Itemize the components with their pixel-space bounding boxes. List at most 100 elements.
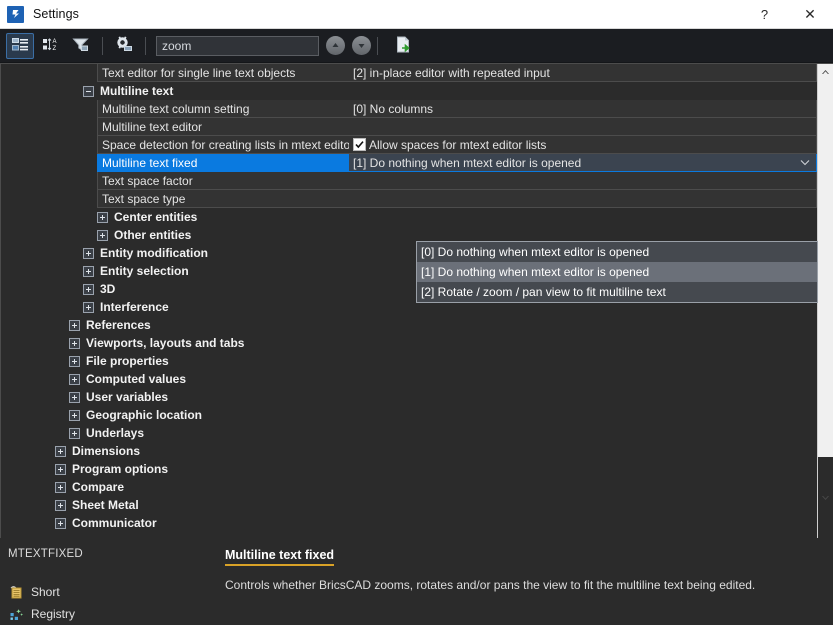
scroll-up-button[interactable] bbox=[818, 64, 833, 80]
setting-name-cell[interactable]: Space detection for creating lists in mt… bbox=[97, 136, 349, 154]
setting-name-cell[interactable]: Dimensions bbox=[1, 442, 349, 460]
setting-value-cell[interactable] bbox=[349, 172, 817, 190]
setting-name-cell[interactable]: Geographic location bbox=[1, 406, 349, 424]
gear-icon bbox=[115, 36, 132, 55]
setting-name-cell[interactable]: Underlays bbox=[1, 424, 349, 442]
vertical-scrollbar[interactable] bbox=[817, 64, 833, 538]
export-settings-button[interactable] bbox=[390, 34, 416, 58]
setting-name-cell[interactable]: Other entities bbox=[1, 226, 349, 244]
collapse-icon[interactable] bbox=[83, 85, 94, 97]
expand-icon[interactable] bbox=[83, 265, 94, 277]
expand-icon[interactable] bbox=[69, 337, 80, 349]
setting-name-cell[interactable]: Text editor for single line text objects bbox=[97, 64, 349, 82]
expand-icon[interactable] bbox=[69, 409, 80, 421]
settings-row[interactable]: Multiline text column setting [0] No colu… bbox=[1, 100, 817, 118]
setting-name-cell[interactable]: Multiline text column setting bbox=[97, 100, 349, 118]
setting-name-label: Other entities bbox=[114, 228, 192, 242]
settings-row-selected[interactable]: Multiline text fixed [1] Do nothing when … bbox=[1, 154, 817, 172]
expand-icon[interactable] bbox=[83, 301, 94, 313]
expand-icon[interactable] bbox=[97, 229, 108, 241]
expand-icon[interactable] bbox=[55, 481, 66, 493]
expand-icon[interactable] bbox=[55, 517, 66, 529]
expand-icon[interactable] bbox=[69, 355, 80, 367]
setting-value-cell[interactable]: [2] in-place editor with repeated input bbox=[349, 64, 817, 82]
expand-icon[interactable] bbox=[83, 247, 94, 259]
property-row-registry[interactable]: Registry bbox=[0, 603, 225, 625]
dropdown-option[interactable]: [1] Do nothing when mtext editor is open… bbox=[417, 262, 817, 282]
expand-icon[interactable] bbox=[97, 211, 108, 223]
settings-row[interactable]: Multiline text bbox=[1, 82, 817, 100]
setting-name-cell[interactable]: Viewports, layouts and tabs bbox=[1, 334, 349, 352]
setting-name-cell[interactable]: Computed values bbox=[1, 370, 349, 388]
alphabetical-sort-toggle[interactable]: A Z bbox=[36, 33, 64, 59]
previous-match-button[interactable] bbox=[326, 36, 345, 55]
setting-name-cell[interactable]: References bbox=[1, 316, 349, 334]
settings-options-button[interactable] bbox=[109, 33, 137, 59]
settings-row[interactable]: User variables bbox=[1, 388, 817, 406]
next-match-button[interactable] bbox=[352, 36, 371, 55]
setting-name-cell[interactable]: Entity selection bbox=[1, 262, 349, 280]
expand-icon[interactable] bbox=[69, 427, 80, 439]
setting-name-cell[interactable]: Communicator bbox=[1, 514, 349, 532]
dropdown-option[interactable]: [2] Rotate / zoom / pan view to fit mult… bbox=[417, 282, 817, 302]
dropdown-option[interactable]: [0] Do nothing when mtext editor is open… bbox=[417, 242, 817, 262]
settings-row[interactable]: Underlays bbox=[1, 424, 817, 442]
search-input[interactable] bbox=[156, 35, 319, 56]
setting-name-cell[interactable]: Center entities bbox=[1, 208, 349, 226]
settings-row[interactable]: Geographic location bbox=[1, 406, 817, 424]
setting-name-cell[interactable]: Compare bbox=[1, 478, 349, 496]
setting-value-cell[interactable]: [0] No columns bbox=[349, 100, 817, 118]
settings-row[interactable]: Viewports, layouts and tabs bbox=[1, 334, 817, 352]
expand-icon[interactable] bbox=[55, 445, 66, 457]
expand-icon[interactable] bbox=[55, 463, 66, 475]
setting-value-cell[interactable]: Allow spaces for mtext editor lists bbox=[349, 136, 817, 154]
setting-name-cell[interactable]: File properties bbox=[1, 352, 349, 370]
tree-view-toggle[interactable] bbox=[6, 32, 34, 59]
setting-name-cell[interactable]: Multiline text fixed bbox=[97, 154, 349, 172]
settings-row[interactable]: Computed values bbox=[1, 370, 817, 388]
filter-toggle[interactable] bbox=[66, 33, 94, 59]
settings-row[interactable]: Space detection for creating lists in mt… bbox=[1, 136, 817, 154]
settings-row[interactable]: References bbox=[1, 316, 817, 334]
setting-name-cell[interactable]: Multiline text editor bbox=[97, 118, 349, 136]
expand-icon[interactable] bbox=[55, 499, 66, 511]
setting-name-cell[interactable]: User variables bbox=[1, 388, 349, 406]
setting-name-cell[interactable]: Entity modification bbox=[1, 244, 349, 262]
settings-row[interactable]: Text space type bbox=[1, 190, 817, 208]
setting-name-cell[interactable]: Program options bbox=[1, 460, 349, 478]
expand-icon[interactable] bbox=[83, 283, 94, 295]
chevron-down-icon[interactable] bbox=[800, 154, 810, 171]
setting-value-cell[interactable]: [1] Do nothing when mtext editor is open… bbox=[349, 154, 817, 172]
settings-row[interactable]: Compare bbox=[1, 478, 817, 496]
settings-row[interactable]: Center entities bbox=[1, 208, 817, 226]
toolbar-divider-1 bbox=[102, 36, 103, 55]
setting-value-cell[interactable] bbox=[349, 190, 817, 208]
setting-name-cell[interactable]: Interference bbox=[1, 298, 349, 316]
setting-name-cell[interactable]: Multiline text bbox=[1, 82, 349, 100]
expand-icon[interactable] bbox=[69, 319, 80, 331]
settings-row[interactable]: Text editor for single line text objects… bbox=[1, 64, 817, 82]
settings-row[interactable]: Multiline text editor bbox=[1, 118, 817, 136]
close-button[interactable]: ✕ bbox=[787, 0, 833, 28]
property-row-short[interactable]: Short bbox=[0, 581, 225, 603]
settings-row[interactable]: Communicator bbox=[1, 514, 817, 532]
setting-name-cell[interactable]: Sheet Metal bbox=[1, 496, 349, 514]
settings-row[interactable]: Text space factor bbox=[1, 172, 817, 190]
settings-row[interactable]: File properties bbox=[1, 352, 817, 370]
bricscad-logo-icon bbox=[7, 5, 24, 23]
value-dropdown-popup[interactable]: [0] Do nothing when mtext editor is open… bbox=[416, 241, 818, 303]
svg-text:A: A bbox=[52, 39, 56, 45]
settings-row[interactable]: Sheet Metal bbox=[1, 496, 817, 514]
setting-name-label: Entity modification bbox=[100, 246, 208, 260]
expand-icon[interactable] bbox=[69, 373, 80, 385]
settings-row[interactable]: Dimensions bbox=[1, 442, 817, 460]
help-button[interactable]: ? bbox=[742, 0, 787, 28]
value-checkbox[interactable] bbox=[353, 138, 366, 151]
scroll-down-button[interactable] bbox=[818, 457, 833, 538]
setting-name-cell[interactable]: 3D bbox=[1, 280, 349, 298]
expand-icon[interactable] bbox=[69, 391, 80, 403]
setting-value-cell[interactable] bbox=[349, 118, 817, 136]
setting-name-cell[interactable]: Text space factor bbox=[97, 172, 349, 190]
setting-name-cell[interactable]: Text space type bbox=[97, 190, 349, 208]
settings-row[interactable]: Program options bbox=[1, 460, 817, 478]
